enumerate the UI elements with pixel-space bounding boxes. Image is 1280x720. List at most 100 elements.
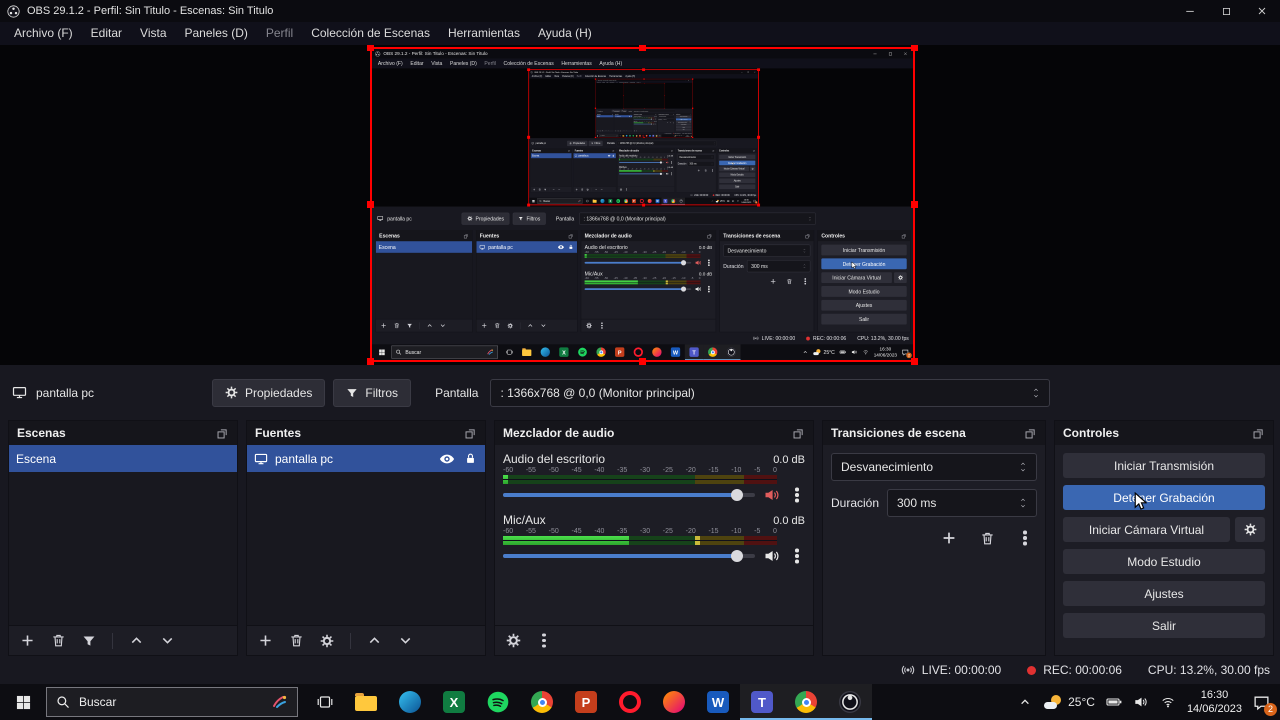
start-streaming-button[interactable]: Iniciar Transmisión [1063, 453, 1265, 478]
taskbar-search-box[interactable]: Buscar [46, 687, 298, 717]
taskbar-app-chrome[interactable] [520, 684, 564, 720]
dock-popout-icon[interactable] [792, 427, 805, 440]
scene-filters-button[interactable] [81, 632, 97, 650]
add-source-button[interactable] [257, 632, 273, 650]
display-select[interactable]: : 1366x768 @ 0,0 (Monitor principal) [490, 378, 1051, 407]
move-scene-down-button[interactable] [159, 632, 175, 650]
transition-menu-button[interactable] [1017, 529, 1033, 547]
virtual-camera-settings-button[interactable] [1235, 517, 1265, 542]
taskbar-app-excel[interactable]: X [432, 684, 476, 720]
volume-slider[interactable] [503, 489, 755, 501]
mixer-dock-header[interactable]: Mezclador de audio [495, 421, 813, 445]
mixer-menu-button[interactable] [536, 632, 552, 650]
dock-popout-icon[interactable] [464, 427, 477, 440]
firefox-icon [663, 691, 685, 713]
taskbar-app-chrome-2[interactable] [784, 684, 828, 720]
move-source-up-button[interactable] [366, 632, 382, 650]
controls-dock-header[interactable]: Controles [1055, 421, 1273, 445]
volume-slider-handle[interactable] [731, 550, 744, 562]
menu-item-paneles[interactable]: Paneles (D) [176, 22, 257, 45]
source-item[interactable]: pantalla pc [247, 445, 485, 472]
volume-slider[interactable] [503, 550, 755, 562]
studio-mode-button[interactable]: Modo Estudio [1063, 549, 1265, 574]
move-source-down-button[interactable] [397, 632, 413, 650]
settings-button[interactable]: Ajustes [1063, 581, 1265, 606]
search-highlights-icon[interactable] [272, 694, 288, 710]
volume-slider-handle[interactable] [731, 489, 744, 501]
battery-indicator[interactable] [1106, 693, 1122, 711]
scene-item[interactable]: Escena [9, 445, 237, 472]
source-selection-box[interactable]: OBS 29.1.2 - Perfil: Sin Titulo - Escena… [367, 45, 918, 365]
weather-widget[interactable]: 25°C [1044, 695, 1095, 709]
mute-button[interactable] [764, 487, 780, 503]
scenes-dock-header[interactable]: Escenas [9, 421, 237, 445]
meter-tick: -15 [708, 467, 719, 474]
channel-menu-button[interactable] [789, 547, 805, 565]
source-properties-button[interactable] [319, 632, 335, 650]
selection-handle[interactable] [367, 200, 374, 208]
advanced-audio-button[interactable] [505, 632, 521, 650]
plus-icon [258, 633, 273, 648]
menu-item-editar[interactable]: Editar [82, 22, 131, 45]
taskbar-clock[interactable]: 16:30 14/06/2023 [1187, 688, 1242, 717]
properties-button[interactable]: Propiedades [212, 378, 326, 407]
minimize-button[interactable] [1172, 0, 1208, 22]
taskbar-app-teams[interactable]: T [740, 684, 784, 720]
channel-menu-button[interactable] [789, 486, 805, 504]
menu-item-archivo[interactable]: Archivo (F) [5, 22, 82, 45]
network-indicator[interactable] [1160, 693, 1176, 711]
stop-recording-button[interactable]: Detener Grabación [1063, 485, 1265, 510]
dock-popout-icon[interactable] [1252, 427, 1265, 440]
selection-handle[interactable] [638, 358, 646, 365]
sources-dock-header[interactable]: Fuentes [247, 421, 485, 445]
taskbar-app-edge[interactable] [388, 684, 432, 720]
volume-indicator[interactable] [1133, 693, 1149, 711]
mute-button[interactable] [764, 548, 780, 564]
spinner-arrows-icon[interactable] [1032, 387, 1040, 399]
taskbar-app-firefox[interactable] [652, 684, 696, 720]
taskbar-app-word[interactable]: W [696, 684, 740, 720]
menu-item-coleccion-escenas[interactable]: Colección de Escenas [302, 22, 439, 45]
taskbar-app-opera[interactable] [608, 684, 652, 720]
start-button[interactable] [0, 684, 46, 720]
dock-popout-icon[interactable] [1024, 427, 1037, 440]
selection-handle[interactable] [367, 358, 374, 365]
taskbar-app-powerpoint[interactable]: P [564, 684, 608, 720]
transition-select[interactable]: Desvanecimiento [831, 453, 1037, 481]
maximize-button[interactable] [1208, 0, 1244, 22]
spinner-arrows-icon[interactable] [1019, 461, 1027, 473]
visibility-toggle[interactable] [439, 450, 455, 468]
menu-item-ayuda[interactable]: Ayuda (H) [529, 22, 601, 45]
menu-item-herramientas[interactable]: Herramientas [439, 22, 529, 45]
duration-input[interactable]: 300 ms [887, 489, 1037, 517]
selection-handle[interactable] [911, 358, 918, 365]
taskbar-app-file-explorer[interactable] [344, 684, 388, 720]
close-button[interactable] [1244, 0, 1280, 22]
dock-popout-icon[interactable] [216, 427, 229, 440]
selection-handle[interactable] [911, 200, 918, 208]
filters-button[interactable]: Filtros [333, 378, 412, 407]
add-transition-button[interactable] [941, 529, 957, 547]
selection-handle[interactable] [911, 45, 918, 51]
tray-overflow-button[interactable] [1017, 693, 1033, 711]
selection-handle[interactable] [638, 45, 646, 51]
taskbar-app-obs[interactable] [828, 684, 872, 720]
menu-item-vista[interactable]: Vista [131, 22, 175, 45]
exit-button[interactable]: Salir [1063, 613, 1265, 638]
spinner-arrows-icon[interactable] [1019, 497, 1027, 509]
preview-canvas[interactable]: OBS 29.1.2 - Perfil: Sin Titulo - Escena… [0, 45, 1280, 365]
add-scene-button[interactable] [19, 632, 35, 650]
move-scene-up-button[interactable] [128, 632, 144, 650]
transitions-dock-header[interactable]: Transiciones de escena [823, 421, 1045, 445]
lock-toggle[interactable] [462, 450, 478, 468]
selection-handle[interactable] [367, 45, 374, 51]
remove-scene-button[interactable] [50, 632, 66, 650]
meter-tick: -40 [594, 528, 605, 535]
remove-source-button[interactable] [288, 632, 304, 650]
task-view-button[interactable] [306, 684, 344, 720]
menu-item-perfil[interactable]: Perfil [257, 22, 302, 45]
remove-transition-button[interactable] [979, 529, 995, 547]
action-center-button[interactable]: 2 [1253, 694, 1277, 716]
start-virtual-camera-button[interactable]: Iniciar Cámara Virtual [1063, 517, 1230, 542]
taskbar-app-spotify[interactable] [476, 684, 520, 720]
